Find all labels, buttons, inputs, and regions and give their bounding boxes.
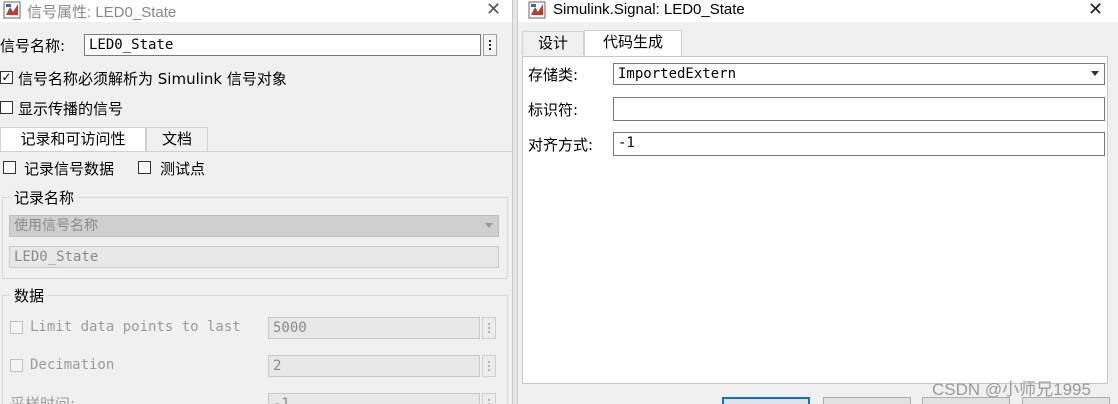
close-icon[interactable]: ✕ [1088, 0, 1103, 20]
signal-name-label: 信号名称: [0, 37, 66, 55]
select-value: 使用信号名称 [14, 218, 98, 234]
test-point-checkbox[interactable] [138, 161, 151, 174]
identifier-input[interactable] [613, 97, 1105, 121]
alignment-label: 对齐方式: [528, 136, 594, 154]
decimation-input[interactable]: 2 [268, 355, 480, 377]
storage-class-label: 存储类: [528, 66, 579, 84]
sample-time-label: 采样时间: [10, 395, 76, 404]
select-value: ImportedExtern [618, 66, 737, 82]
chevron-down-icon [485, 223, 493, 228]
window-title: 信号属性: LED0_State [27, 4, 177, 21]
sample-time-more-button[interactable] [482, 393, 496, 404]
show-propagated-label: 显示传播的信号 [18, 100, 124, 118]
resolve-signal-label: 信号名称必须解析为 Simulink 信号对象 [18, 70, 287, 88]
logging-name-legend: 记录名称 [10, 187, 79, 208]
log-signal-data-checkbox[interactable] [3, 161, 16, 174]
window-title: Simulink.Signal: LED0_State [553, 1, 745, 18]
decimation-checkbox[interactable] [10, 359, 23, 372]
close-icon[interactable]: ✕ [486, 0, 501, 20]
more-options-button[interactable] [483, 34, 497, 56]
log-signal-data-label: 记录信号数据 [24, 160, 115, 178]
signal-properties-window: 信号属性: LED0_State ✕ 信号名称: LED0_State ✓ 信号… [0, 0, 512, 404]
limit-points-more-button[interactable] [482, 317, 496, 339]
simulink-icon [3, 1, 21, 19]
cancel-button[interactable] [823, 397, 911, 404]
test-point-label: 测试点 [160, 160, 206, 178]
tab-design[interactable]: 设计 [522, 31, 584, 55]
watermark: CSDN @小师兄1995 [932, 380, 1091, 399]
ok-button[interactable] [722, 397, 810, 404]
sample-time-input[interactable]: -1 [268, 393, 480, 404]
tab-divider [0, 151, 512, 152]
data-group [2, 295, 508, 404]
decimation-label: Decimation [30, 357, 115, 373]
limit-points-input[interactable]: 5000 [268, 317, 480, 339]
title-bar: 信号属性: LED0_State ✕ [0, 0, 512, 22]
tab-label: 记录和可访问性 [20, 130, 126, 148]
alignment-input[interactable]: -1 [613, 132, 1105, 156]
simulink-icon [528, 1, 546, 19]
storage-class-select[interactable]: ImportedExtern [613, 63, 1105, 85]
decimation-more-button[interactable] [482, 355, 496, 377]
signal-name-input[interactable]: LED0_State [84, 34, 481, 56]
tab-documentation[interactable]: 文档 [146, 127, 208, 151]
chevron-down-icon [1091, 71, 1099, 76]
tab-logging-accessibility[interactable]: 记录和可访问性 [0, 127, 146, 151]
logging-name-mode-select[interactable]: 使用信号名称 [9, 215, 499, 237]
logging-name-input[interactable]: LED0_State [9, 246, 499, 268]
data-legend: 数据 [10, 285, 49, 306]
show-propagated-checkbox[interactable] [0, 101, 13, 114]
tab-code-generation[interactable]: 代码生成 [584, 30, 682, 57]
limit-points-label: Limit data points to last [30, 319, 241, 335]
title-bar: Simulink.Signal: LED0_State ✕ [518, 0, 1118, 22]
tab-label: 文档 [161, 130, 192, 148]
identifier-label: 标识符: [528, 101, 579, 119]
limit-points-checkbox[interactable] [10, 321, 23, 334]
resolve-signal-checkbox[interactable]: ✓ [0, 71, 13, 84]
simulink-signal-window: Simulink.Signal: LED0_State ✕ 设计 代码生成 存储… [518, 0, 1118, 404]
tab-label: 代码生成 [602, 33, 663, 51]
tab-label: 设计 [537, 34, 568, 52]
